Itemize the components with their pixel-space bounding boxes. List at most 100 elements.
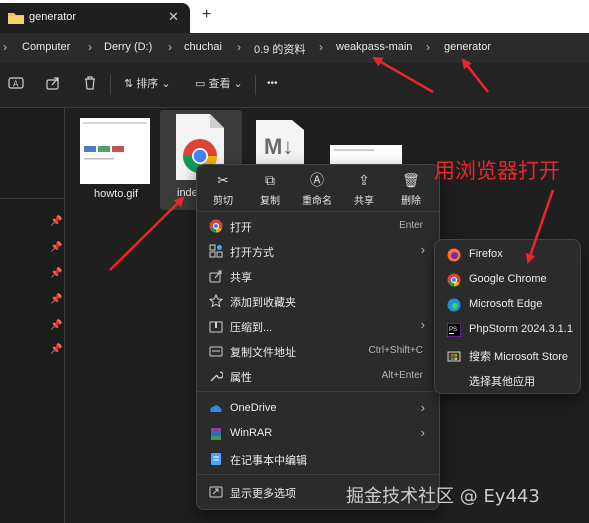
watermark: 掘金技术社区 @ Ey443	[346, 486, 540, 507]
share-icon	[209, 270, 222, 283]
toolbar-divider	[110, 75, 111, 95]
menu-item-share[interactable]: 共享	[203, 264, 433, 288]
submenu-item-store[interactable]: 搜索 Microsoft Store	[441, 343, 575, 367]
rename-icon[interactable]: A	[8, 75, 24, 94]
submenu-item-edge[interactable]: Microsoft Edge	[441, 293, 575, 317]
folder-icon	[8, 13, 24, 24]
shortcut-label: Ctrl+Shift+C	[368, 345, 423, 356]
submenu-item-label: Google Chrome	[469, 273, 547, 285]
view-button[interactable]: ▭ 查看 ⌄	[195, 75, 243, 91]
new-tab-button[interactable]: +	[202, 6, 211, 24]
breadcrumb-chevron-icon[interactable]: ›	[426, 40, 430, 54]
menu-item-winrar[interactable]: WinRAR ›	[203, 422, 433, 446]
menu-item-label: OneDrive	[230, 402, 277, 414]
menu-divider	[197, 211, 439, 212]
file-thumbnail[interactable]	[330, 145, 402, 165]
submenu-item-firefox[interactable]: Firefox	[441, 243, 575, 267]
show-more-icon	[209, 486, 223, 498]
pin-icon[interactable]: 📌	[50, 268, 62, 279]
view-icon: ▭	[195, 78, 206, 90]
pin-icon[interactable]: 📌	[50, 242, 62, 253]
breadcrumb-lead-chevron-icon[interactable]: ›	[3, 40, 7, 54]
breadcrumb-item-derry[interactable]: Derry (D:)	[104, 41, 152, 53]
rename-button[interactable]: Ⓐ 重命名	[296, 171, 338, 207]
tab-bar: generator ✕ +	[0, 0, 589, 33]
breadcrumb-chevron-icon[interactable]: ›	[319, 40, 323, 54]
menu-item-open-with[interactable]: 打开方式 ›	[203, 239, 433, 263]
submenu-item-phpstorm[interactable]: PS PhpStorm 2024.3.1.1	[441, 318, 575, 342]
sort-button[interactable]: ⇅ 排序 ⌄	[124, 75, 171, 91]
delete-button[interactable]: 🗑 删除	[390, 171, 432, 207]
shortcut-label: Alt+Enter	[381, 370, 423, 381]
menu-item-add-favorites[interactable]: 添加到收藏夹	[203, 289, 433, 313]
file-howto-gif[interactable]: howto.gif	[78, 118, 154, 208]
menu-item-label: 压缩到...	[230, 322, 273, 334]
copy-path-icon	[209, 346, 223, 357]
chrome-icon	[209, 219, 223, 233]
more-options-button[interactable]: •••	[267, 78, 278, 89]
store-icon	[447, 351, 461, 362]
pin-icon[interactable]: 📌	[50, 320, 62, 331]
context-menu: ✂ 剪切 ⧉ 复制 Ⓐ 重命名 ⇪ 共享 🗑 删除 打开 Enter 打开方式 …	[196, 164, 440, 510]
notepad-icon	[211, 453, 221, 465]
rename-icon: Ⓐ	[310, 172, 324, 188]
submenu-item-choose-other[interactable]: 选择其他应用	[441, 368, 575, 392]
breadcrumb-item-chuchai[interactable]: chuchai	[184, 41, 222, 53]
menu-item-properties[interactable]: 属性 Alt+Enter	[203, 364, 433, 388]
open-with-submenu: Firefox Google Chrome Microsoft Edge PS …	[434, 239, 581, 394]
menu-item-label: 属性	[230, 372, 252, 384]
address-bar[interactable]: › Computer › Derry (D:) › chuchai › 0.9 …	[0, 33, 589, 63]
share-icon[interactable]	[45, 75, 61, 94]
copy-button[interactable]: ⧉ 复制	[249, 171, 291, 207]
cut-button[interactable]: ✂ 剪切	[202, 171, 244, 207]
menu-item-label: 复制文件地址	[230, 347, 296, 359]
view-label: 查看	[208, 78, 231, 90]
chevron-right-icon: ›	[420, 242, 425, 257]
tab-generator[interactable]: generator ✕	[0, 3, 190, 33]
breadcrumb-chevron-icon[interactable]: ›	[237, 40, 241, 54]
wrench-icon	[210, 371, 223, 382]
submenu-item-label: 选择其他应用	[469, 376, 535, 388]
copy-icon: ⧉	[265, 172, 275, 188]
breadcrumb-item-generator[interactable]: generator	[444, 41, 491, 53]
chevron-right-icon: ›	[420, 425, 425, 440]
breadcrumb-item-computer[interactable]: Computer	[22, 41, 70, 53]
breadcrumb-item-materials[interactable]: 0.9 的资料	[254, 41, 305, 57]
sort-label: 排序	[136, 78, 159, 90]
copy-label: 复制	[260, 196, 280, 207]
breadcrumb-chevron-icon[interactable]: ›	[88, 40, 92, 54]
firefox-icon	[447, 248, 461, 262]
pin-icon[interactable]: 📌	[50, 216, 62, 227]
delete-icon[interactable]	[82, 75, 98, 94]
menu-item-label: 在记事本中编辑	[230, 455, 307, 467]
share-icon: ⇪	[358, 172, 370, 188]
menu-item-label: 添加到收藏夹	[230, 297, 296, 309]
file-markdown[interactable]: M↓	[252, 116, 312, 166]
pin-icon[interactable]: 📌	[50, 344, 62, 355]
tab-title: generator	[29, 11, 77, 23]
menu-item-label: 显示更多选项	[230, 488, 296, 500]
chevron-right-icon: ›	[420, 317, 425, 332]
sort-icon: ⇅	[124, 78, 134, 90]
menu-item-copy-path[interactable]: 复制文件地址 Ctrl+Shift+C	[203, 339, 433, 363]
close-tab-icon[interactable]: ✕	[168, 9, 179, 25]
phpstorm-icon: PS	[447, 323, 461, 337]
share-button[interactable]: ⇪ 共享	[343, 171, 385, 207]
star-icon	[209, 294, 223, 308]
submenu-item-label: PhpStorm 2024.3.1.1	[469, 323, 573, 335]
annotation-text: 用浏览器打开	[434, 159, 560, 183]
menu-divider	[197, 391, 439, 392]
pin-icon[interactable]: 📌	[50, 294, 62, 305]
rename-label: 重命名	[302, 196, 332, 207]
svg-text:M↓: M↓	[264, 134, 293, 159]
cut-label: 剪切	[213, 196, 233, 207]
nav-divider	[0, 198, 64, 199]
menu-item-open[interactable]: 打开 Enter	[203, 214, 433, 238]
menu-item-compress[interactable]: 压缩到... ›	[203, 314, 433, 338]
delete-icon: 🗑	[402, 172, 420, 188]
submenu-item-chrome[interactable]: Google Chrome	[441, 268, 575, 292]
breadcrumb-item-weakpass[interactable]: weakpass-main	[336, 41, 412, 53]
breadcrumb-chevron-icon[interactable]: ›	[168, 40, 172, 54]
menu-item-onedrive[interactable]: OneDrive ›	[203, 397, 433, 421]
menu-item-edit-notepad[interactable]: 在记事本中编辑	[203, 447, 433, 471]
